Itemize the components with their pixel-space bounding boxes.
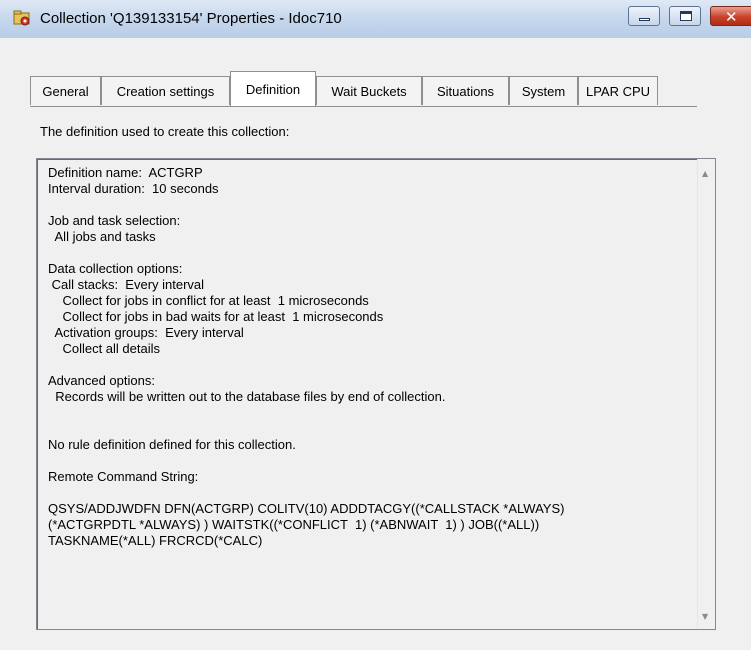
definition-line: Advanced options: [48,373,155,388]
tab-situations[interactable]: Situations [422,76,509,105]
collection-icon [13,10,31,26]
close-button[interactable]: ✕ [710,6,751,26]
definition-line: Definition name: ACTGRP [48,165,203,180]
definition-line [48,197,678,213]
scroll-down-arrow-icon[interactable]: ▼ [702,612,708,621]
definition-line: TASKNAME(*ALL) FRCRCD(*CALC) [48,533,263,548]
maximize-icon [680,11,692,21]
minimize-button[interactable] [628,6,660,26]
vertical-scrollbar[interactable]: ▲ ▼ [697,159,715,629]
definition-text-area[interactable]: Definition name: ACTGRP Interval duration… [36,158,716,630]
definition-line: Collect all details [48,341,160,356]
title-bar[interactable]: Collection 'Q139133154' Properties - Ido… [0,0,751,38]
tab-strip: General Creation settings Definition Wai… [30,71,697,107]
definition-line [48,421,678,437]
definition-line [48,485,678,501]
tab-system[interactable]: System [509,76,578,105]
definition-intro-label: The definition used to create this colle… [40,124,290,139]
minimize-icon [639,18,650,21]
definition-line: Call stacks: Every interval [48,277,205,292]
tab-wait-buckets[interactable]: Wait Buckets [316,76,422,105]
definition-line: All jobs and tasks [48,229,156,244]
tab-definition[interactable]: Definition [230,71,316,106]
definition-line: Interval duration: 10 seconds [48,181,219,196]
definition-text: Definition name: ACTGRP Interval duration… [48,165,678,549]
definition-line: Job and task selection: [48,213,181,228]
window-title: Collection 'Q139133154' Properties - Ido… [40,10,342,27]
definition-line [48,245,678,261]
definition-line: No rule definition defined for this coll… [48,437,296,452]
definition-line [48,405,678,421]
definition-line [48,357,678,373]
scroll-up-arrow-icon[interactable]: ▲ [702,169,708,178]
maximize-button[interactable] [669,6,701,26]
definition-line [48,453,678,469]
tab-lpar-cpu[interactable]: LPAR CPU [578,76,658,105]
properties-window: Collection 'Q139133154' Properties - Ido… [0,0,751,650]
close-icon: ✕ [725,8,738,26]
definition-line: Collect for jobs in conflict for at leas… [48,293,369,308]
definition-line: Activation groups: Every interval [48,325,244,340]
definition-line: QSYS/ADDJWDFN DFN(ACTGRP) COLITV(10) ADD… [48,501,565,516]
tab-creation-settings[interactable]: Creation settings [101,76,230,105]
definition-line: Data collection options: [48,261,183,276]
definition-line: Collect for jobs in bad waits for at lea… [48,309,384,324]
tab-general[interactable]: General [30,76,101,105]
definition-line: Records will be written out to the datab… [48,389,446,404]
definition-line: (*ACTGRPDTL *ALWAYS) ) WAITSTK((*CONFLIC… [48,517,540,532]
definition-line: Remote Command String: [48,469,199,484]
